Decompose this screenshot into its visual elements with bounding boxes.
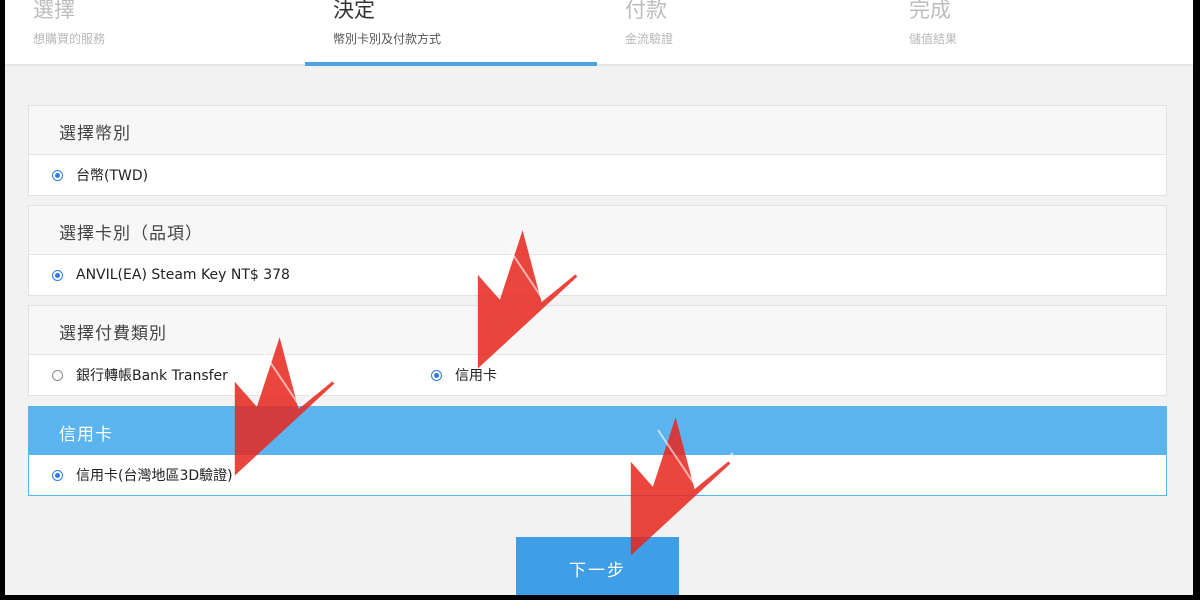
panel-header: 選擇幣別	[29, 106, 1166, 155]
step-subtitle: 想購買的服務	[33, 32, 106, 46]
panel-header: 信用卡	[29, 407, 1166, 455]
credit-card-option-3d[interactable]: 信用卡(台灣地區3D驗證)	[52, 455, 233, 495]
step-title: 付款	[625, 0, 667, 22]
option-label: ANVIL(EA) Steam Key NT$ 378	[76, 267, 290, 283]
currency-panel: 選擇幣別 台幣(TWD)	[28, 105, 1167, 196]
panel-title: 選擇付費類別	[59, 324, 167, 344]
card-option-anvil[interactable]: ANVIL(EA) Steam Key NT$ 378	[52, 255, 290, 295]
radio-button[interactable]	[52, 269, 63, 281]
checkout-page: 選擇 想購買的服務 決定 幣別卡別及付款方式 付款 金流驗證 完成 儲值結果 選…	[5, 0, 1193, 595]
step-subtitle: 儲值結果	[909, 32, 958, 46]
step-decide: 決定 幣別卡別及付款方式	[305, 0, 597, 66]
currency-option-twd[interactable]: 台幣(TWD)	[52, 155, 148, 195]
option-label: 信用卡(台灣地區3D驗證)	[76, 468, 233, 484]
step-complete: 完成 儲值結果	[881, 0, 1173, 64]
step-progress-bar: 選擇 想購買的服務 決定 幣別卡別及付款方式 付款 金流驗證 完成 儲值結果	[5, 0, 1193, 66]
step-title: 完成	[909, 0, 951, 22]
credit-card-panel: 信用卡 信用卡(台灣地區3D驗證)	[28, 406, 1167, 496]
option-label: 台幣(TWD)	[76, 168, 149, 184]
step-title: 決定	[333, 0, 375, 22]
radio-button[interactable]	[52, 369, 63, 381]
annotation-arrow-icon	[234, 337, 338, 476]
annotation-arrow-icon	[477, 230, 581, 369]
radio-button[interactable]	[431, 369, 442, 381]
panel-title: 信用卡	[59, 425, 113, 445]
panel-title: 選擇卡別（品項）	[59, 224, 203, 244]
step-select: 選擇 想購買的服務	[5, 0, 297, 64]
step-title: 選擇	[33, 0, 75, 22]
radio-button[interactable]	[52, 169, 63, 181]
step-subtitle: 金流驗證	[625, 32, 674, 46]
step-subtitle: 幣別卡別及付款方式	[333, 32, 442, 46]
radio-button[interactable]	[52, 469, 63, 481]
payment-option-bank-transfer[interactable]: 銀行轉帳Bank Transfer	[52, 355, 228, 395]
option-label: 銀行轉帳Bank Transfer	[76, 368, 228, 384]
annotation-arrow-icon	[630, 417, 734, 556]
step-payment: 付款 金流驗證	[597, 0, 889, 64]
active-step-indicator	[305, 62, 597, 66]
panel-title: 選擇幣別	[59, 124, 131, 144]
